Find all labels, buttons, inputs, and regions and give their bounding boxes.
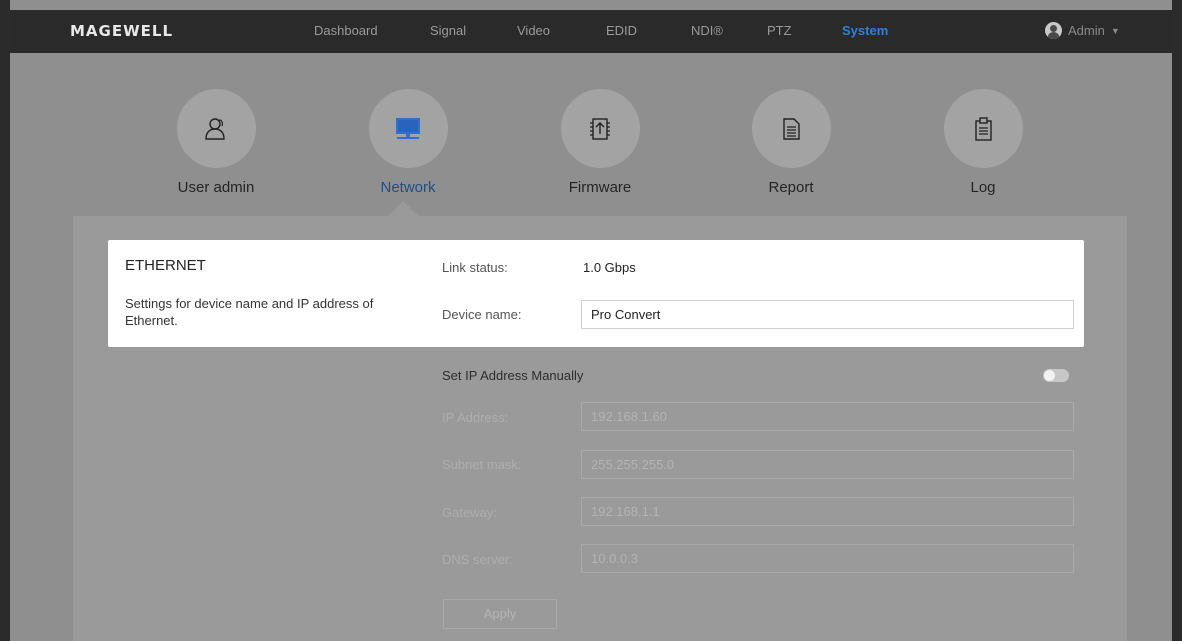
toggle-knob	[1044, 370, 1055, 381]
clipboard-log-icon	[975, 116, 992, 141]
gateway-input[interactable]: 192.168.1.1	[581, 497, 1074, 526]
category-network[interactable]: Network	[338, 89, 478, 196]
category-label: Firmware	[568, 179, 632, 196]
apply-button[interactable]: Apply	[443, 599, 557, 629]
category-label: Log	[970, 179, 996, 196]
category-circle	[368, 89, 448, 168]
gateway-label: Gateway:	[442, 505, 497, 520]
category-log[interactable]: Log	[913, 89, 1053, 196]
category-circle	[943, 89, 1023, 168]
section-title: ETHERNET	[125, 257, 206, 274]
section-description: Settings for device name and IP address …	[125, 296, 374, 328]
monitor-network-icon	[396, 117, 420, 139]
manual-ip-label: Set IP Address Manually	[442, 368, 584, 383]
nav-item-ptz[interactable]: PTZ	[767, 23, 792, 38]
category-user-admin[interactable]: User admin	[146, 89, 286, 196]
category-label: Network	[380, 179, 436, 196]
user-group-icon	[205, 117, 225, 140]
user-name: Admin	[1068, 23, 1105, 38]
link-status-value: 1.0 Gbps	[583, 260, 636, 275]
device-name-input[interactable]: Pro Convert	[581, 300, 1074, 329]
ip-address-label: IP Address:	[442, 410, 509, 425]
category-label: Report	[768, 179, 814, 196]
nav-item-edid[interactable]: EDID	[606, 23, 637, 38]
firmware-upload-icon	[590, 117, 610, 140]
category-circle	[560, 89, 640, 168]
nav-item-system[interactable]: System	[842, 23, 888, 38]
nav-item-dashboard[interactable]: Dashboard	[314, 23, 378, 38]
subnet-mask-label: Subnet mask:	[442, 457, 522, 472]
category-circle	[751, 89, 831, 168]
user-avatar-icon	[1045, 22, 1062, 39]
window-edge-left	[0, 0, 10, 641]
device-name-label: Device name:	[442, 307, 522, 322]
nav-item-signal[interactable]: Signal	[430, 23, 466, 38]
chevron-down-icon: ▼	[1110, 25, 1120, 36]
subnet-mask-input[interactable]: 255.255.255.0	[581, 450, 1074, 479]
link-status-label: Link status:	[442, 260, 508, 275]
dns-server-label: DNS server:	[442, 552, 513, 567]
manual-ip-toggle[interactable]	[1043, 369, 1069, 382]
window-edge-right	[1172, 0, 1182, 641]
category-circle	[176, 89, 256, 168]
ethernet-card: ETHERNET Settings for device name and IP…	[108, 240, 1084, 347]
brand-logo[interactable]: MAGEWELL	[70, 22, 173, 40]
active-category-pointer	[388, 201, 418, 216]
category-firmware[interactable]: Firmware	[530, 89, 670, 196]
user-menu[interactable]: Admin ▼	[1045, 22, 1120, 39]
nav-item-ndi[interactable]: NDI®	[691, 23, 723, 38]
category-report[interactable]: Report	[721, 89, 861, 196]
category-label: User admin	[177, 179, 255, 196]
nav-item-video[interactable]: Video	[517, 23, 550, 38]
top-navbar: MAGEWELL Dashboard Signal Video EDID NDI…	[10, 10, 1172, 53]
dns-server-input[interactable]: 10.0.0.3	[581, 544, 1074, 573]
ip-address-input[interactable]: 192.168.1.60	[581, 402, 1074, 431]
report-document-icon	[783, 117, 800, 140]
